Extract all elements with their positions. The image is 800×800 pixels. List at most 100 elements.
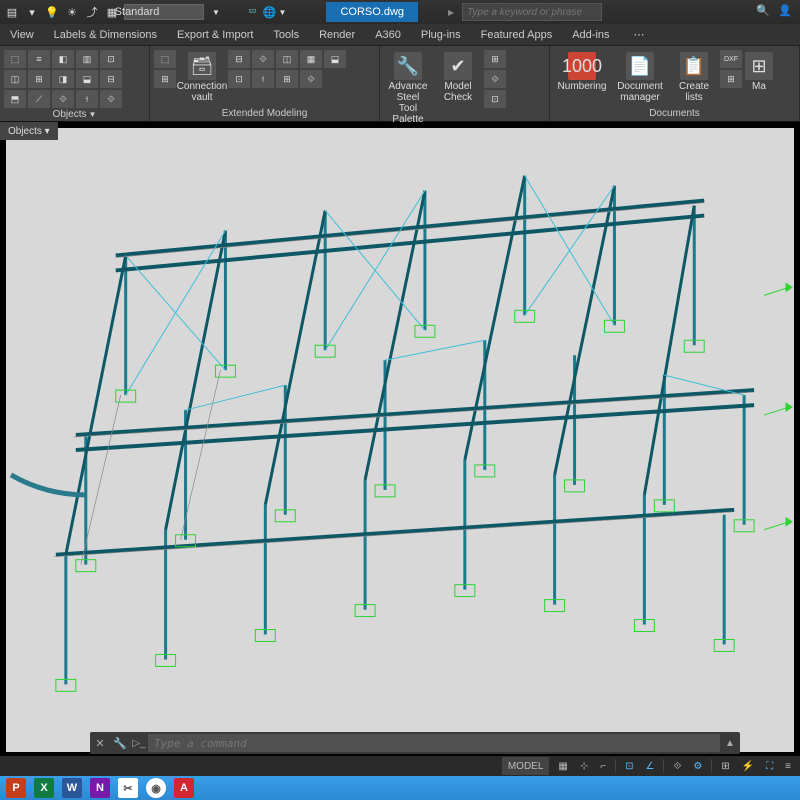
title-bar: ▤ ▾ 💡 ☀ ⤴ ▦ Standard ▼ ⮹ 🌐 ▼ CORSO.dwg ▶… <box>0 0 800 24</box>
snap-toggle-icon[interactable]: ⊹ <box>577 757 591 775</box>
ribbon-group-checking: 🔧Advance Steel Tool Palette ✔Model Check… <box>380 46 550 121</box>
workspace-icon[interactable]: ⚙ <box>690 757 705 775</box>
obj-btn-6[interactable]: ⟋ <box>28 90 50 108</box>
chk-btn-1[interactable]: ⊞ <box>484 50 506 68</box>
tab-tools[interactable]: Tools <box>263 24 309 46</box>
taskbar-chrome[interactable]: ◉ <box>146 778 166 798</box>
ribbon-tabs: View Labels & Dimensions Export & Import… <box>0 24 800 46</box>
obj-btn-10[interactable]: ▥ <box>76 50 98 68</box>
numbering-button[interactable]: 1000Numbering <box>554 50 610 92</box>
windows-taskbar: P X W N ✂ ◉ A <box>0 776 800 800</box>
obj-btn-7[interactable]: ◧ <box>52 50 74 68</box>
ext-btn-2[interactable]: ⊞ <box>154 70 176 88</box>
taskbar-excel[interactable]: X <box>34 778 54 798</box>
ext-btn-9[interactable]: ▦ <box>300 50 322 68</box>
annotation-scale-icon[interactable]: ⟐ <box>670 757 684 775</box>
structural-model-drawing <box>6 128 794 752</box>
status-bar: MODEL ▦ ⊹ ⌐ ⊡ ∠ ⟐ ⚙ ⊞ ⚡ ⛶ ≡ <box>0 756 800 776</box>
doc-btn-2[interactable]: ⊞ <box>720 70 742 88</box>
obj-btn-13[interactable]: ⊡ <box>100 50 122 68</box>
tab-plugins[interactable]: Plug-ins <box>411 24 471 46</box>
connection-vault-button[interactable]: 🗃Connection vault <box>178 50 226 103</box>
qat-sun-icon[interactable]: ☀ <box>64 4 80 20</box>
tab-featured-apps[interactable]: Featured Apps <box>471 24 563 46</box>
viewport-container <box>0 122 800 758</box>
taskbar-onenote[interactable]: N <box>90 778 110 798</box>
document-tab[interactable]: CORSO.dwg <box>326 2 418 22</box>
osnap-toggle-icon[interactable]: ⊡ <box>622 757 636 775</box>
qat-caret2-icon[interactable]: ▼ <box>279 8 287 17</box>
tab-view[interactable]: View <box>0 24 44 46</box>
obj-btn-12[interactable]: ⟊ <box>76 90 98 108</box>
infocenter-icon[interactable]: 🔍 <box>756 4 772 20</box>
ortho-toggle-icon[interactable]: ⌐ <box>597 757 609 775</box>
model-space-button[interactable]: MODEL <box>502 757 550 775</box>
obj-btn-14[interactable]: ⊟ <box>100 70 122 88</box>
ribbon-group-documents: 1000Numbering 📄Document manager 📋Create … <box>550 46 800 121</box>
dxf-button[interactable]: DXF <box>720 50 742 68</box>
qat-share2-icon[interactable]: ⮹ <box>248 6 257 19</box>
taskbar-powerpoint[interactable]: P <box>6 778 26 798</box>
command-input[interactable] <box>148 734 720 752</box>
obj-btn-3[interactable]: ⬒ <box>4 90 26 108</box>
polar-toggle-icon[interactable]: ∠ <box>642 757 657 775</box>
help-search-input[interactable] <box>462 3 602 21</box>
cmd-prompt-icon: ▷_ <box>130 738 148 749</box>
obj-btn-5[interactable]: ⊞ <box>28 70 50 88</box>
obj-btn-8[interactable]: ◨ <box>52 70 74 88</box>
model-check-button[interactable]: ✔Model Check <box>434 50 482 103</box>
hardware-accel-icon[interactable]: ⚡ <box>739 757 757 775</box>
document-manager-button[interactable]: 📄Document manager <box>612 50 668 103</box>
signin-icon[interactable]: 👤 <box>778 4 794 20</box>
clean-screen-icon[interactable]: ⛶ <box>763 757 776 775</box>
command-line: ✕ 🔧 ▷_ ▲ <box>90 732 740 754</box>
ribbon: ⬚◫⬒ ≡⊞⟋ ◧◨⟐ ▥⬓⟊ ⊡⊟⟐ Objects▼ ⬚⊞ 🗃Connect… <box>0 46 800 122</box>
obj-btn-2[interactable]: ◫ <box>4 70 26 88</box>
cmd-close-icon[interactable]: ✕ <box>90 737 110 750</box>
grid-toggle-icon[interactable]: ▦ <box>555 757 570 775</box>
taskbar-word[interactable]: W <box>62 778 82 798</box>
tab-export-import[interactable]: Export & Import <box>167 24 263 46</box>
chk-btn-3[interactable]: ⊡ <box>484 90 506 108</box>
chk-btn-2[interactable]: ⟐ <box>484 70 506 88</box>
lightbulb-icon[interactable]: 💡 <box>44 4 60 20</box>
objects-panel-dropdown[interactable]: Objects ▾ <box>0 122 58 140</box>
qat-share-icon[interactable]: ⤴ <box>84 4 100 20</box>
ext-btn-1[interactable]: ⬚ <box>154 50 176 68</box>
tab-render[interactable]: Render <box>309 24 365 46</box>
obj-btn-11[interactable]: ⬓ <box>76 70 98 88</box>
qat-caret-icon[interactable]: ▼ <box>208 4 224 20</box>
model-viewport[interactable] <box>6 128 794 752</box>
tab-a360[interactable]: A360 <box>365 24 411 46</box>
tab-overflow[interactable]: ⋯ <box>624 24 655 46</box>
doc-tab-caret[interactable]: ▶ <box>448 8 454 17</box>
create-lists-button[interactable]: 📋Create lists <box>670 50 718 103</box>
ribbon-group-objects: ⬚◫⬒ ≡⊞⟋ ◧◨⟐ ▥⬓⟊ ⊡⊟⟐ Objects▼ <box>0 46 150 121</box>
ext-btn-3[interactable]: ⊟ <box>228 50 250 68</box>
ext-btn-8[interactable]: ⊞ <box>276 70 298 88</box>
ext-btn-5[interactable]: ⟐ <box>252 50 274 68</box>
ext-btn-11[interactable]: ⬓ <box>324 50 346 68</box>
ext-btn-4[interactable]: ⊡ <box>228 70 250 88</box>
advance-steel-palette-button[interactable]: 🔧Advance Steel Tool Palette <box>384 50 432 125</box>
qat-menu-icon[interactable]: ▤ <box>4 4 20 20</box>
ext-btn-6[interactable]: ⟊ <box>252 70 274 88</box>
obj-btn-15[interactable]: ⟐ <box>100 90 122 108</box>
cmd-customize-icon[interactable]: 🔧 <box>110 737 130 750</box>
cmd-history-icon[interactable]: ▲ <box>720 738 740 749</box>
obj-btn-1[interactable]: ⬚ <box>4 50 26 68</box>
tab-labels-dimensions[interactable]: Labels & Dimensions <box>44 24 167 46</box>
isolate-icon[interactable]: ⊞ <box>718 757 732 775</box>
obj-btn-9[interactable]: ⟐ <box>52 90 74 108</box>
ext-btn-7[interactable]: ◫ <box>276 50 298 68</box>
ext-btn-10[interactable]: ⟐ <box>300 70 322 88</box>
customize-status-icon[interactable]: ≡ <box>782 757 794 775</box>
globe-icon[interactable]: 🌐 <box>263 6 277 19</box>
qat-dropdown-icon[interactable]: ▾ <box>24 4 40 20</box>
tab-addins[interactable]: Add-ins <box>562 24 619 46</box>
taskbar-snip[interactable]: ✂ <box>118 778 138 798</box>
taskbar-autocad[interactable]: A <box>174 778 194 798</box>
obj-btn-4[interactable]: ≡ <box>28 50 50 68</box>
ma-button[interactable]: ⊞Ma <box>744 50 774 92</box>
visual-style-dropdown[interactable]: Standard <box>124 4 204 20</box>
